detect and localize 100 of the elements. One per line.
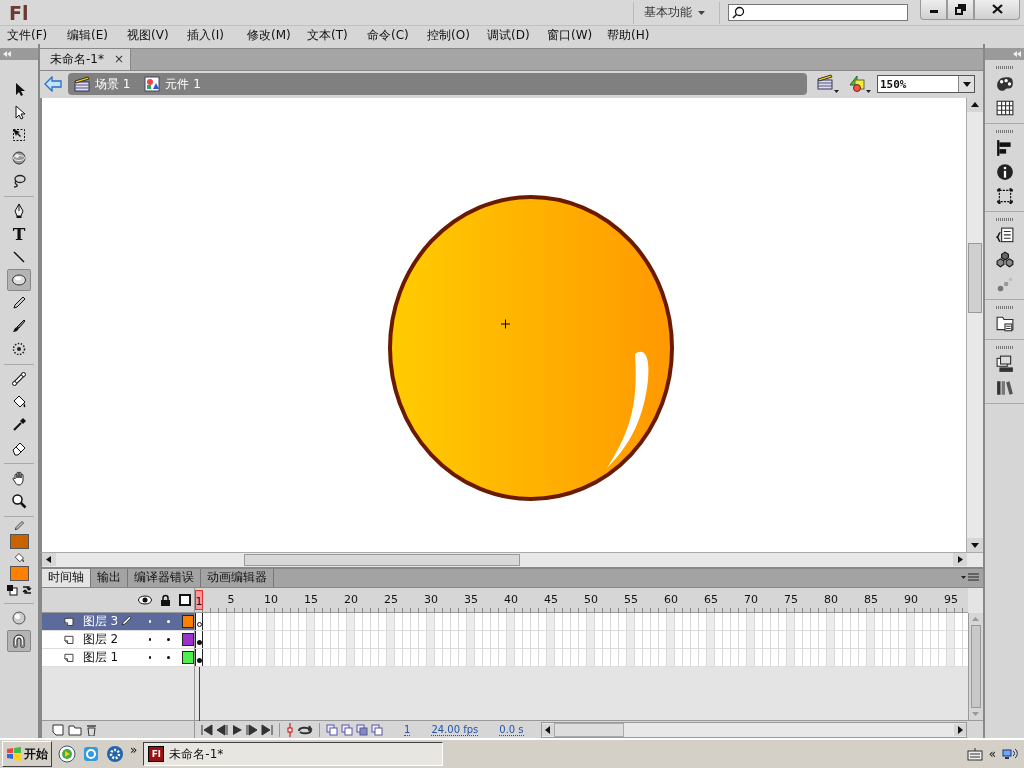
menu-item[interactable]: 插入(I) — [187, 26, 247, 44]
browser-icon[interactable] — [82, 745, 100, 763]
next-frame-button[interactable] — [246, 723, 258, 736]
show-more-button[interactable]: » — [130, 743, 138, 757]
lock-dot[interactable] — [167, 619, 171, 623]
scroll-left-button[interactable] — [541, 723, 554, 736]
frame-number: 95 — [944, 593, 958, 606]
onion-skin-icon[interactable] — [356, 723, 368, 736]
current-frame[interactable]: 1 — [404, 723, 411, 736]
last-frame-button[interactable] — [261, 723, 273, 736]
menu-item[interactable]: 文本(T) — [307, 26, 367, 44]
breadcrumb-item[interactable]: 元件 1 — [144, 75, 201, 93]
stroke-color-swatch[interactable] — [9, 534, 29, 549]
menu-item[interactable]: 编辑(E) — [67, 26, 127, 44]
frame-rate[interactable]: 24.00 fps — [431, 723, 479, 736]
keyboard-icon[interactable] — [966, 747, 983, 761]
layer-color-square[interactable] — [182, 632, 194, 646]
scroll-thumb[interactable] — [244, 553, 520, 566]
onion-skin-icon[interactable] — [326, 723, 338, 736]
folder-icon[interactable] — [68, 723, 82, 736]
menu-item[interactable]: 修改(M) — [247, 26, 307, 44]
menu-item[interactable]: 帮助(H) — [607, 26, 667, 44]
visibility-dot[interactable] — [148, 619, 152, 623]
scroll-thumb[interactable] — [968, 242, 982, 313]
menu-item[interactable]: 控制(O) — [427, 26, 487, 44]
zoom-dropdown[interactable]: 150% — [877, 75, 975, 94]
scroll-left-button[interactable] — [42, 552, 56, 566]
lock-dot[interactable] — [167, 655, 171, 659]
vertical-scrollbar[interactable] — [966, 97, 983, 552]
gear-icon[interactable] — [106, 745, 124, 763]
scroll-right-button[interactable] — [954, 723, 966, 736]
cubes-icon[interactable] — [995, 251, 1014, 269]
magnet-icon — [11, 633, 27, 649]
align-icon[interactable] — [995, 139, 1014, 157]
media-player-icon[interactable] — [58, 745, 76, 763]
tool-button[interactable] — [7, 269, 31, 291]
search-field[interactable] — [728, 4, 908, 21]
outline-icon[interactable] — [179, 593, 191, 606]
visibility-dot[interactable] — [148, 637, 152, 641]
tool-button[interactable]: T — [7, 223, 31, 245]
network-icon[interactable] — [1002, 747, 1018, 761]
frame-number: 70 — [744, 593, 758, 606]
panel-menu-icon[interactable] — [961, 573, 979, 583]
trash-icon[interactable] — [86, 723, 97, 736]
script-icon[interactable] — [995, 227, 1014, 245]
onion-skin-icon[interactable] — [371, 723, 383, 736]
layer-color-square[interactable] — [182, 650, 194, 664]
lock-dot[interactable] — [167, 637, 171, 641]
restore-button[interactable] — [947, 0, 974, 20]
document-tab[interactable]: 未命名-1* × — [40, 49, 132, 70]
keyframe[interactable] — [195, 630, 203, 648]
previous-frame-button[interactable] — [216, 723, 228, 736]
option-button[interactable] — [7, 630, 31, 652]
books-icon[interactable] — [995, 379, 1014, 397]
scene-menu-icon[interactable] — [817, 74, 839, 95]
workspace-menu[interactable]: 基本功能 — [633, 1, 720, 24]
transform-icon[interactable] — [995, 187, 1014, 205]
menu-item[interactable]: 窗口(W) — [547, 26, 607, 44]
play-button[interactable] — [231, 723, 243, 736]
scroll-up-button[interactable] — [967, 97, 983, 112]
visibility-dot[interactable] — [148, 655, 152, 659]
lock-icon[interactable] — [160, 593, 171, 606]
start-button[interactable]: 开始 — [2, 741, 52, 767]
taskbar-window-button[interactable]: Fl 未命名-1* — [143, 742, 444, 766]
folder-icon[interactable] — [995, 315, 1014, 333]
scroll-down-button[interactable] — [967, 537, 983, 552]
onion-skin-icon[interactable] — [341, 723, 353, 736]
scroll-thumb[interactable] — [553, 722, 624, 737]
minimize-button[interactable] — [920, 0, 947, 20]
layer-color-square[interactable] — [182, 614, 194, 628]
scroll-right-button[interactable] — [953, 552, 967, 566]
close-button[interactable]: × — [113, 52, 125, 67]
center-frame-icon[interactable] — [286, 722, 294, 737]
loop-icon[interactable] — [297, 723, 313, 736]
menu-item[interactable]: 文件(F) — [7, 26, 67, 44]
horizontal-scrollbar[interactable] — [540, 721, 967, 738]
menu-item[interactable]: 命令(C) — [367, 26, 427, 44]
info-icon[interactable] — [995, 163, 1014, 181]
frame-number: 40 — [504, 593, 518, 606]
dots-icon[interactable] — [995, 275, 1014, 293]
default-colors-icon[interactable] — [5, 584, 18, 596]
playhead[interactable]: 1 — [195, 589, 203, 610]
eye-icon[interactable] — [138, 594, 152, 605]
fill-color-swatch[interactable] — [9, 566, 29, 581]
keyframe[interactable] — [195, 648, 203, 666]
palette-icon[interactable] — [995, 75, 1014, 93]
menu-item[interactable]: 调试(D) — [487, 26, 547, 44]
symbol-menu-icon[interactable] — [849, 74, 871, 95]
pencil-icon — [11, 295, 27, 311]
menu-item[interactable]: 视图(V) — [127, 26, 187, 44]
back-arrow-icon[interactable] — [44, 76, 62, 93]
close-button[interactable] — [974, 0, 1020, 20]
tray-toggle[interactable]: « — [988, 747, 996, 761]
breadcrumb-item[interactable]: 场景 1 — [74, 75, 131, 93]
swatches-icon[interactable] — [995, 99, 1014, 117]
new-layer-icon[interactable] — [52, 723, 64, 736]
keyframe[interactable] — [195, 612, 203, 630]
first-frame-button[interactable] — [201, 723, 213, 736]
swap-icon[interactable] — [20, 584, 33, 596]
stack-icon[interactable] — [995, 355, 1014, 373]
